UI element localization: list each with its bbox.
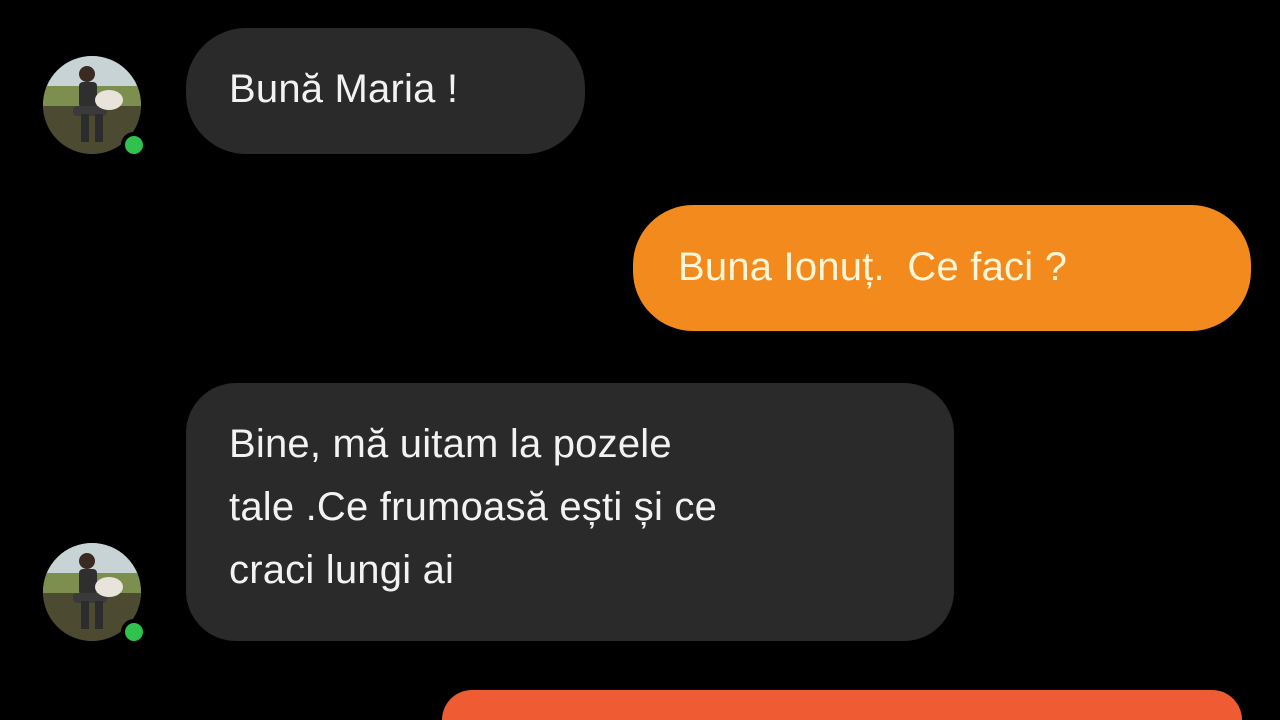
message-text-line: Bine, mă uitam la pozele [229, 422, 672, 466]
message-bubble-outgoing-partial[interactable] [442, 690, 1242, 720]
chat-thread: Bună Maria ! Buna Ionuț. Ce faci ? Bine,… [0, 0, 1280, 720]
message-bubble-incoming[interactable]: Bună Maria ! [186, 28, 585, 154]
message-text-line: tale .Ce frumoasă ești și ce [229, 485, 718, 529]
online-status-icon [121, 132, 147, 158]
online-status-icon [121, 619, 147, 645]
message-text-line: craci lungi ai [229, 548, 455, 592]
message-bubble-outgoing[interactable]: Buna Ionuț. Ce faci ? [633, 205, 1251, 331]
message-text: Bună Maria ! [229, 67, 459, 111]
message-bubble-incoming[interactable]: Bine, mă uitam la pozele tale .Ce frumoa… [186, 383, 954, 641]
contact-avatar[interactable] [43, 56, 147, 158]
message-text: Buna Ionuț. Ce faci ? [678, 245, 1068, 289]
contact-avatar[interactable] [43, 543, 147, 645]
